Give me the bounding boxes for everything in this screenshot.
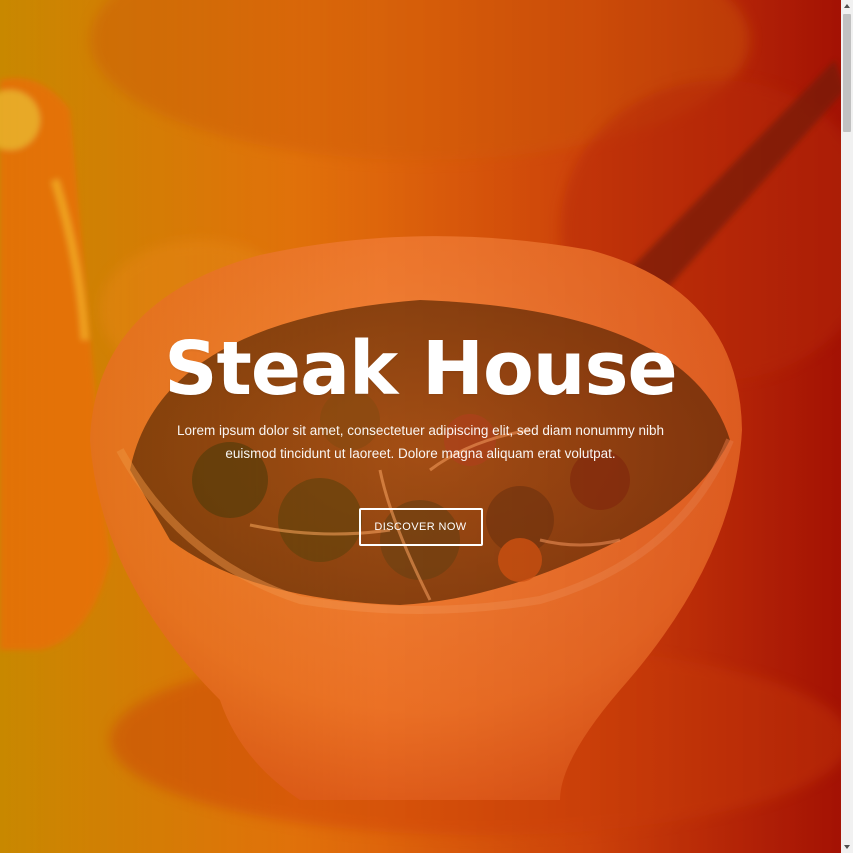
discover-now-button[interactable]: DISCOVER NOW xyxy=(358,508,483,546)
vertical-scrollbar[interactable] xyxy=(841,0,853,853)
scrollbar-thumb[interactable] xyxy=(843,14,851,132)
page: Steak House Lorem ipsum dolor sit amet, … xyxy=(0,0,853,853)
hero-description: Lorem ipsum dolor sit amet, consectetuer… xyxy=(177,423,664,461)
hero-content: Steak House Lorem ipsum dolor sit amet, … xyxy=(0,325,841,546)
arrow-up-icon[interactable] xyxy=(841,0,853,12)
arrow-down-icon[interactable] xyxy=(841,841,853,853)
hero-title: Steak House xyxy=(164,326,677,412)
hero-section: Steak House Lorem ipsum dolor sit amet, … xyxy=(0,0,841,853)
